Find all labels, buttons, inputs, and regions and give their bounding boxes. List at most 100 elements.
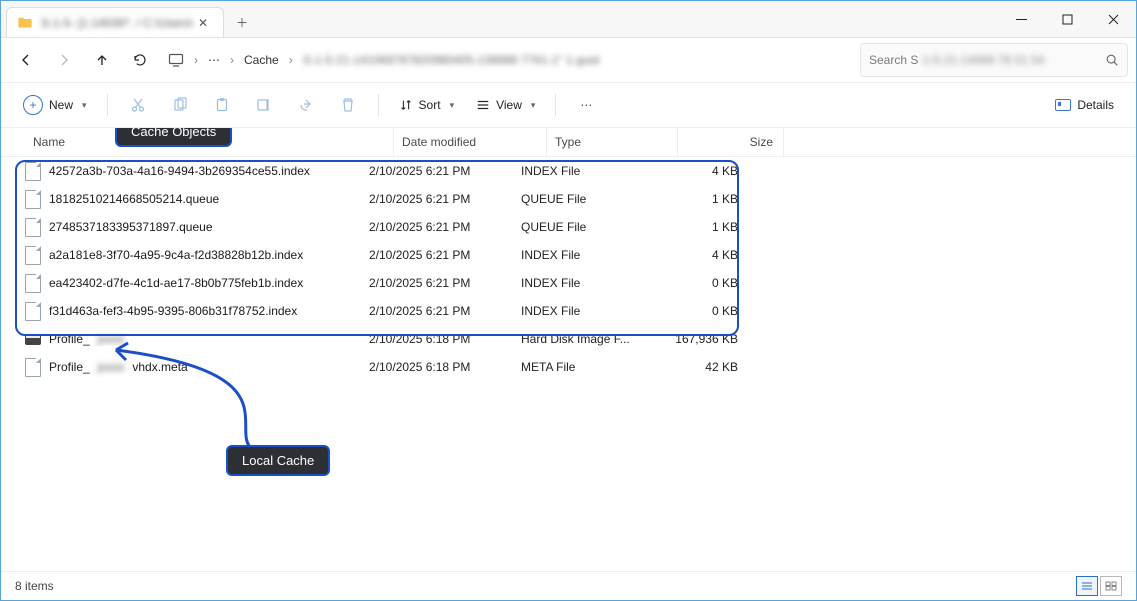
chevron-right-icon: › bbox=[289, 53, 293, 67]
search-box[interactable]: Search S 1-5-21-14069 78 01 54 bbox=[860, 43, 1128, 77]
forward-button[interactable] bbox=[47, 43, 81, 77]
new-label: New bbox=[49, 98, 73, 112]
file-size: 0 KB bbox=[643, 304, 748, 318]
file-name: 18182510214668505214.queue bbox=[49, 192, 219, 206]
close-tab-icon[interactable]: ✕ bbox=[193, 16, 213, 30]
file-name: Profile_ bbox=[49, 360, 90, 374]
active-tab[interactable]: S-1-5- [1-14030*. / C:\Users\ ✕ bbox=[6, 7, 224, 37]
file-size: 0 KB bbox=[643, 276, 748, 290]
sort-button[interactable]: Sort ▾ bbox=[391, 90, 463, 120]
more-button[interactable]: ⋯ bbox=[568, 90, 604, 120]
file-icon bbox=[25, 190, 41, 209]
table-row[interactable]: a2a181e8-3f70-4a95-9c4a-f2d38828b12b.ind… bbox=[1, 241, 1136, 269]
folder-icon bbox=[17, 15, 33, 31]
file-type: META File bbox=[513, 360, 643, 374]
file-name-blur: jxxxx bbox=[98, 360, 125, 374]
address-bar[interactable]: › ⋯ › Cache › S-1-5-21-14106978782098040… bbox=[161, 43, 856, 77]
file-date: 2/10/2025 6:21 PM bbox=[361, 304, 513, 318]
file-type: QUEUE File bbox=[513, 220, 643, 234]
address-segment-sid[interactable]: S-1-5-21-141069787820980405-138988 7761-… bbox=[303, 53, 600, 67]
chevron-down-icon: ▾ bbox=[531, 100, 536, 111]
details-label: Details bbox=[1077, 98, 1114, 112]
view-button[interactable]: View ▾ bbox=[468, 90, 543, 120]
search-placeholder-blur: 1-5-21-14069 78 01 54 bbox=[922, 53, 1105, 67]
table-row[interactable]: Profile_ jxxxx 2/10/2025 6:18 PMHard Disk … bbox=[1, 325, 1136, 353]
explorer-window: S-1-5- [1-14030*. / C:\Users\ ✕ ＋ › ⋯ › … bbox=[0, 0, 1137, 601]
details-icon bbox=[1055, 99, 1071, 111]
file-size: 4 KB bbox=[643, 248, 748, 262]
share-button[interactable] bbox=[288, 90, 324, 120]
plus-circle-icon: + bbox=[23, 95, 43, 115]
command-bar: + New ▾ Sort ▾ View ▾ ⋯ Details bbox=[1, 83, 1136, 128]
disk-icon bbox=[25, 334, 41, 345]
file-date: 2/10/2025 6:18 PM bbox=[361, 360, 513, 374]
view-icon bbox=[476, 98, 490, 112]
table-row[interactable]: f31d463a-fef3-4b95-9395-806b31f78752.ind… bbox=[1, 297, 1136, 325]
close-button[interactable] bbox=[1090, 1, 1136, 37]
pc-icon bbox=[168, 52, 184, 68]
details-pane-button[interactable]: Details bbox=[1047, 90, 1122, 120]
chevron-down-icon: ▾ bbox=[82, 100, 87, 111]
paste-button[interactable] bbox=[204, 90, 240, 120]
file-type: Hard Disk Image F... bbox=[513, 332, 643, 346]
file-name: Profile_ bbox=[49, 332, 90, 346]
file-icon bbox=[25, 274, 41, 293]
file-name-blur: jxxxx bbox=[98, 332, 125, 346]
cut-button[interactable] bbox=[120, 90, 156, 120]
item-count: 8 items bbox=[15, 579, 54, 593]
view-toggle bbox=[1076, 576, 1122, 596]
search-placeholder-prefix: Search S bbox=[869, 53, 918, 67]
tab-title: S-1-5- [1-14030*. / C:\Users\ bbox=[41, 16, 193, 30]
window-controls bbox=[998, 1, 1136, 37]
column-headers: Name Date modified Type Size bbox=[1, 128, 1136, 157]
file-size: 167,936 KB bbox=[643, 332, 748, 346]
column-type[interactable]: Type bbox=[547, 128, 678, 156]
file-date: 2/10/2025 6:21 PM bbox=[361, 192, 513, 206]
details-view-toggle[interactable] bbox=[1076, 576, 1098, 596]
back-button[interactable] bbox=[9, 43, 43, 77]
thumbnails-view-toggle[interactable] bbox=[1100, 576, 1122, 596]
maximize-button[interactable] bbox=[1044, 1, 1090, 37]
file-date: 2/10/2025 6:21 PM bbox=[361, 248, 513, 262]
new-tab-button[interactable]: ＋ bbox=[224, 7, 260, 37]
delete-button[interactable] bbox=[330, 90, 366, 120]
table-row[interactable]: 18182510214668505214.queue 2/10/2025 6:21… bbox=[1, 185, 1136, 213]
sort-label: Sort bbox=[419, 98, 441, 112]
file-icon bbox=[25, 162, 41, 181]
sort-icon bbox=[399, 98, 413, 112]
divider bbox=[378, 94, 379, 116]
nav-bar: › ⋯ › Cache › S-1-5-21-14106978782098040… bbox=[1, 38, 1136, 83]
table-row[interactable]: Profile_jxxxxvhdx.meta2/10/2025 6:18 PMM… bbox=[1, 353, 1136, 381]
column-size[interactable]: Size bbox=[678, 128, 784, 156]
file-date: 2/10/2025 6:18 PM bbox=[361, 332, 513, 346]
up-button[interactable] bbox=[85, 43, 119, 77]
column-name[interactable]: Name bbox=[1, 128, 394, 156]
table-row[interactable]: 42572a3b-703a-4a16-9494-3b269354ce55.ind… bbox=[1, 157, 1136, 185]
titlebar: S-1-5- [1-14030*. / C:\Users\ ✕ ＋ bbox=[1, 1, 1136, 38]
address-ellipsis[interactable]: ⋯ bbox=[208, 53, 220, 67]
copy-button[interactable] bbox=[162, 90, 198, 120]
view-label: View bbox=[496, 98, 522, 112]
file-name: a2a181e8-3f70-4a95-9c4a-f2d38828b12b.ind… bbox=[49, 248, 303, 262]
divider bbox=[107, 94, 108, 116]
table-row[interactable]: 2748537183395371897.queue2/10/2025 6:21 … bbox=[1, 213, 1136, 241]
file-date: 2/10/2025 6:21 PM bbox=[361, 164, 513, 178]
file-size: 1 KB bbox=[643, 192, 748, 206]
file-name: 2748537183395371897.queue bbox=[49, 220, 213, 234]
file-size: 1 KB bbox=[643, 220, 748, 234]
new-button[interactable]: + New ▾ bbox=[15, 90, 95, 120]
address-segment-cache[interactable]: Cache bbox=[244, 53, 279, 67]
table-row[interactable]: ea423402-d7fe-4c1d-ae17-8b0b775feb1b.ind… bbox=[1, 269, 1136, 297]
file-name: 42572a3b-703a-4a16-9494-3b269354ce55.ind… bbox=[49, 164, 310, 178]
file-date: 2/10/2025 6:21 PM bbox=[361, 276, 513, 290]
refresh-button[interactable] bbox=[123, 43, 157, 77]
chevron-right-icon: › bbox=[194, 53, 198, 67]
column-date[interactable]: Date modified bbox=[394, 128, 547, 156]
annotation-local-cache: Local Cache bbox=[226, 445, 330, 476]
file-icon bbox=[25, 218, 41, 237]
file-name: ea423402-d7fe-4c1d-ae17-8b0b775feb1b.ind… bbox=[49, 276, 303, 290]
rename-button[interactable] bbox=[246, 90, 282, 120]
minimize-button[interactable] bbox=[998, 1, 1044, 37]
file-size: 4 KB bbox=[643, 164, 748, 178]
file-name: f31d463a-fef3-4b95-9395-806b31f78752.ind… bbox=[49, 304, 297, 318]
